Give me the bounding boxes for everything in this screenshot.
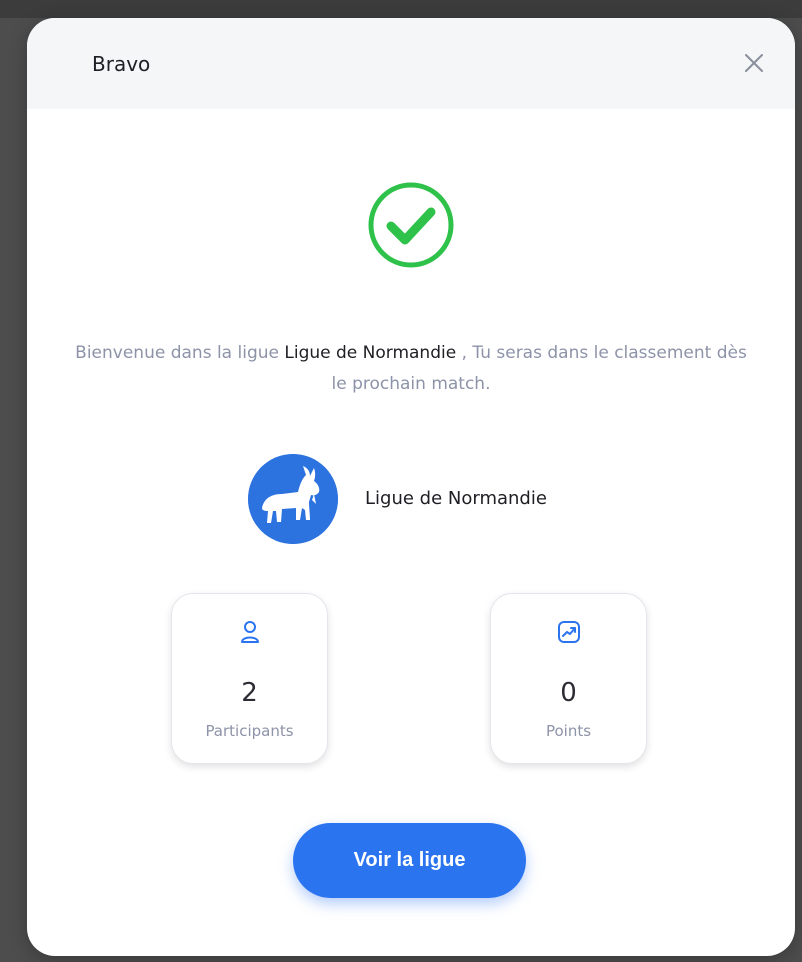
close-button[interactable] xyxy=(739,48,769,78)
league-avatar xyxy=(248,453,338,544)
check-circle-icon xyxy=(368,182,454,268)
success-modal: Bravo Bienvenue dans la ligue Ligue de N… xyxy=(27,18,795,956)
trend-chart-icon xyxy=(557,621,580,643)
league-name: Ligue de Normandie xyxy=(365,488,547,509)
view-league-button[interactable]: Voir la ligue xyxy=(293,823,526,898)
league-summary: Ligue de Normandie xyxy=(248,453,547,544)
participants-label: Participants xyxy=(205,722,294,740)
close-icon xyxy=(745,54,763,72)
participants-count: 2 xyxy=(241,678,258,708)
modal-header: Bravo xyxy=(27,18,795,109)
page-backdrop xyxy=(0,0,802,18)
welcome-prefix: Bienvenue dans la ligue xyxy=(75,343,279,363)
goat-logo-icon xyxy=(248,453,338,544)
points-label: Points xyxy=(545,722,592,740)
points-card: 0 Points xyxy=(490,593,647,764)
success-check xyxy=(367,181,455,269)
modal-title: Bravo xyxy=(92,51,151,76)
welcome-message: Bienvenue dans la ligue Ligue de Normand… xyxy=(67,338,755,400)
participants-card: 2 Participants xyxy=(171,593,328,764)
welcome-league-name: Ligue de Normandie xyxy=(284,343,457,363)
user-icon xyxy=(240,621,259,643)
points-value: 0 xyxy=(560,678,577,708)
